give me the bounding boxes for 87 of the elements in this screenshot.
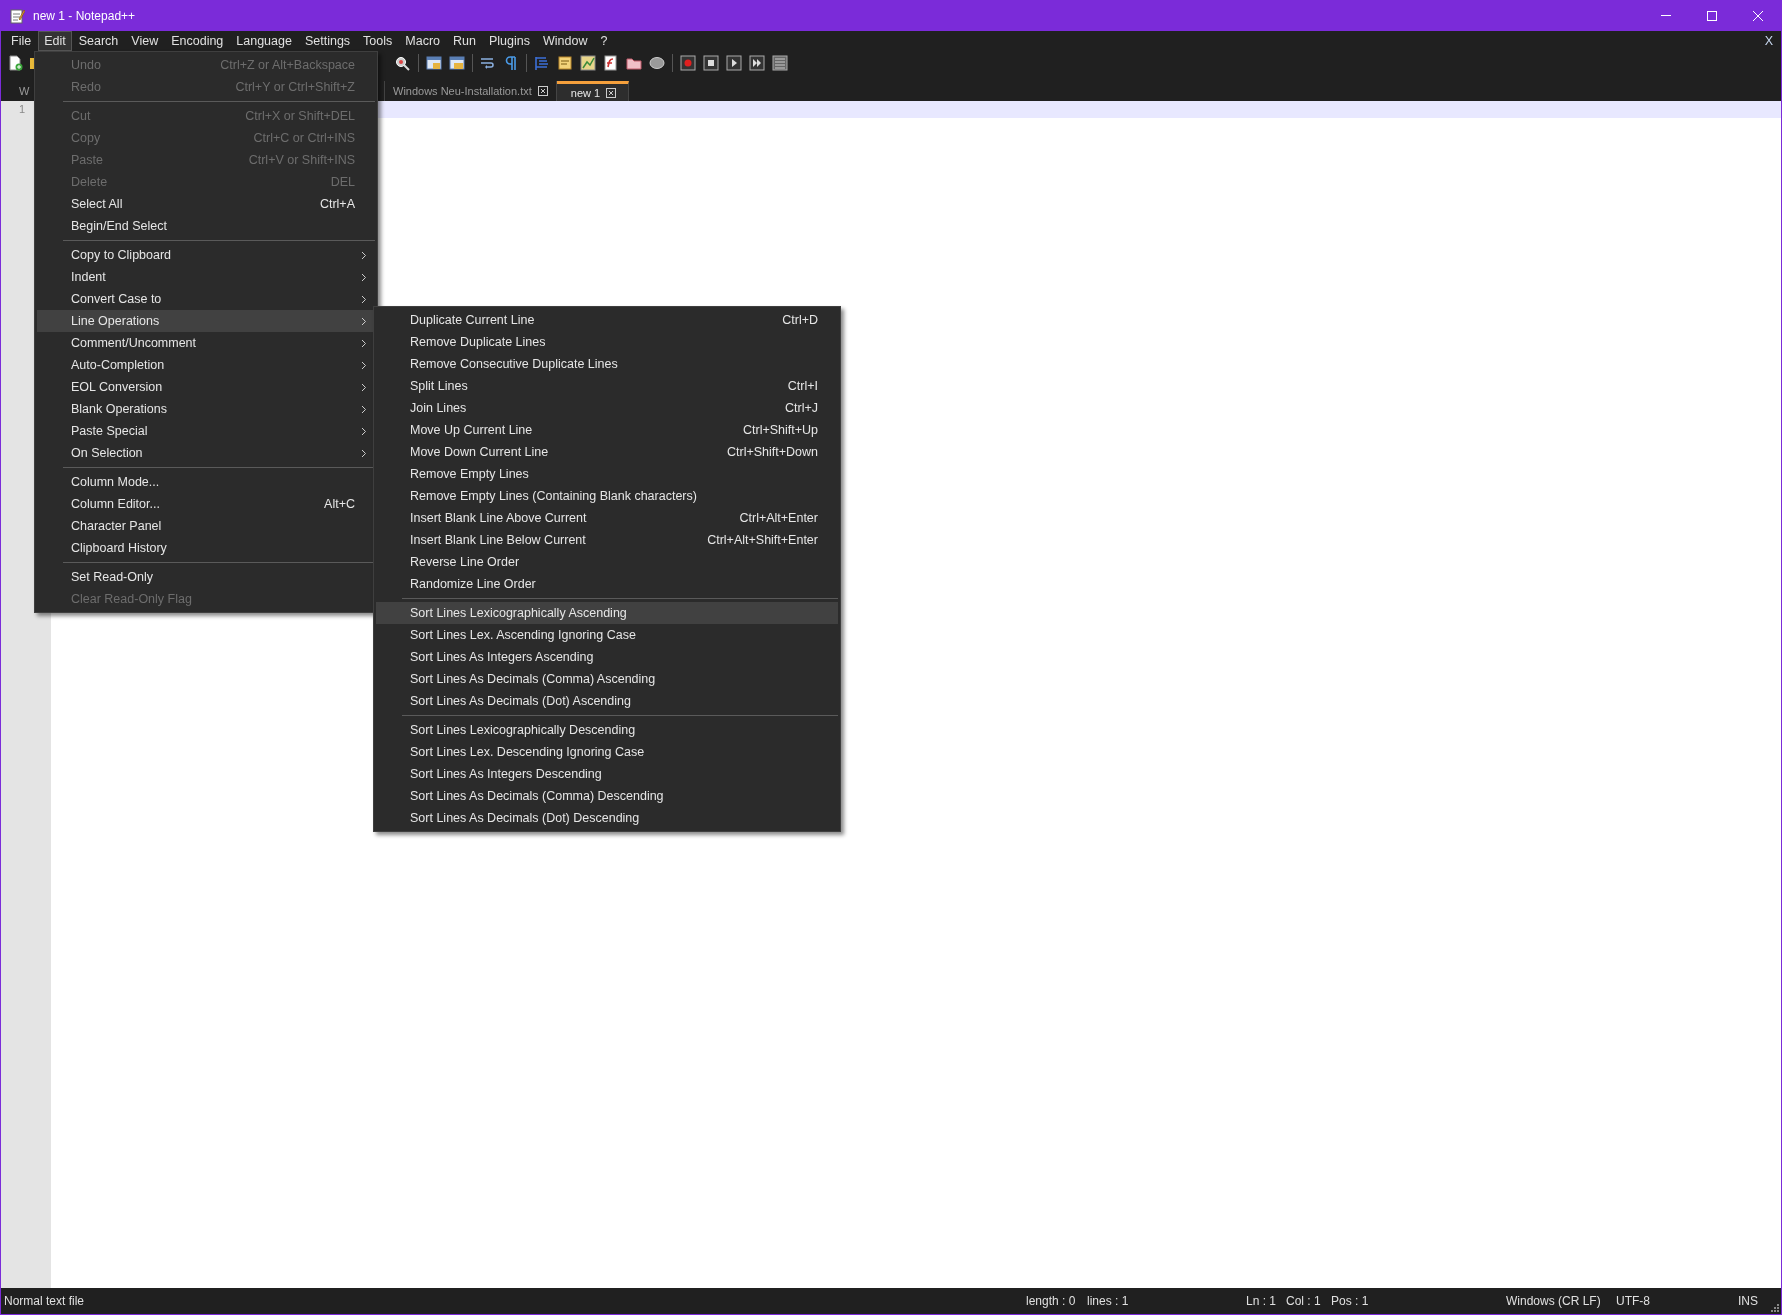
menu-item[interactable]: Encoding (165, 31, 230, 51)
menu-entry[interactable]: Reverse Line Order (376, 551, 838, 573)
menu-entry[interactable]: Set Read-Only (37, 566, 375, 588)
menu-entry[interactable]: Character Panel (37, 515, 375, 537)
menu-entry[interactable]: Column Mode... (37, 471, 375, 493)
menu-entry[interactable]: Join Lines Ctrl+J (376, 397, 838, 419)
line-number: 1 (17, 102, 26, 117)
window-icon[interactable] (426, 55, 442, 71)
menu-entry[interactable]: Convert Case to (37, 288, 375, 310)
menu-entry[interactable]: Remove Consecutive Duplicate Lines (376, 353, 838, 375)
menu-entry[interactable]: Auto-Completion (37, 354, 375, 376)
maximize-icon (1706, 9, 1718, 22)
menu-entry[interactable]: On Selection (37, 442, 375, 464)
insert-mode: INS (1738, 1294, 1758, 1308)
menu-entry[interactable]: Line Operations (37, 310, 375, 332)
paragraph-mark-icon[interactable] (503, 55, 519, 71)
menu-item[interactable]: Search (72, 31, 125, 51)
menu-entry[interactable]: Sort Lines As Decimals (Comma) Ascending (376, 668, 838, 690)
menu-entry[interactable]: Sort Lines As Decimals (Dot) Ascending (376, 690, 838, 712)
menu-item[interactable]: ? (594, 31, 614, 51)
menu-entry[interactable]: Select All Ctrl+A (37, 193, 375, 215)
close-icon (1752, 9, 1764, 22)
stop-icon[interactable] (703, 55, 719, 71)
menu-entry[interactable]: Remove Empty Lines (Containing Blank characters) (376, 485, 838, 507)
position-label: Pos : 1 (1331, 1294, 1369, 1308)
function-list-icon[interactable] (603, 55, 619, 71)
menu-entry[interactable]: Sort Lines Lex. Descending Ignoring Case (376, 741, 838, 763)
menu-item[interactable]: File (5, 31, 38, 51)
column-position: Col : 1 (1286, 1294, 1321, 1308)
menu-entry[interactable]: Sort Lines Lex. Ascending Ignoring Case (376, 624, 838, 646)
menu-item[interactable]: Macro (399, 31, 447, 51)
eol-format: Windows (CR LF) (1506, 1294, 1601, 1308)
wrap-icon[interactable] (480, 55, 496, 71)
minimize-icon (1661, 15, 1671, 16)
record-icon[interactable] (680, 55, 696, 71)
menu-entry[interactable]: Insert Blank Line Above Current Ctrl+Alt+Enter (376, 507, 838, 529)
menu-entry[interactable]: Column Editor... Alt+C (37, 493, 375, 515)
document-tab[interactable]: new 1 (556, 81, 629, 101)
menu-entry[interactable]: Remove Empty Lines (376, 463, 838, 485)
menu-entry[interactable]: Paste Special (37, 420, 375, 442)
document-icon[interactable] (557, 55, 573, 71)
resize-grip-icon[interactable] (1771, 1304, 1779, 1312)
notepad-icon (9, 7, 25, 24)
close-tab-icon[interactable] (606, 87, 617, 98)
lines-label: lines : 1 (1087, 1294, 1129, 1308)
menu-entry[interactable]: Move Up Current Line Ctrl+Shift+Up (376, 419, 838, 441)
menu-item[interactable]: Language (230, 31, 298, 51)
menu-entry[interactable]: Sort Lines As Integers Descending (376, 763, 838, 785)
zoom-icon[interactable] (395, 55, 411, 71)
menu-entry[interactable]: Sort Lines Lexicographically Ascending (376, 602, 838, 624)
close-tab-icon[interactable] (537, 86, 548, 96)
map-icon[interactable] (580, 55, 596, 71)
window-title: new 1 - Notepad++ (33, 8, 136, 23)
menu-entry[interactable]: Sort Lines As Integers Ascending (376, 646, 838, 668)
menu-entry[interactable]: Remove Duplicate Lines (376, 331, 838, 353)
menu-item[interactable]: Tools (357, 31, 399, 51)
menu-entry[interactable]: EOL Conversion (37, 376, 375, 398)
menu-item[interactable]: Plugins (482, 31, 536, 51)
menu-item[interactable]: Window (536, 31, 594, 51)
menu-entry[interactable]: Sort Lines As Decimals (Comma) Descending (376, 785, 838, 807)
menu-entry[interactable]: Sort Lines As Decimals (Dot) Descending (376, 807, 838, 829)
menu-entry[interactable]: Copy to Clipboard (37, 244, 375, 266)
length-label: length : 0 (1026, 1294, 1076, 1308)
window-icon[interactable] (449, 55, 465, 71)
menu-entry[interactable]: Blank Operations (37, 398, 375, 420)
menu-entry[interactable]: Clipboard History (37, 537, 375, 559)
menu-item[interactable]: Run (447, 31, 482, 51)
fast-forward-icon[interactable] (749, 55, 765, 71)
menu-entry[interactable]: Split Lines Ctrl+I (376, 375, 838, 397)
menu-entry[interactable]: Comment/Uncomment (37, 332, 375, 354)
menu-entry[interactable]: Move Down Current Line Ctrl+Shift+Down (376, 441, 838, 463)
play-icon[interactable] (726, 55, 742, 71)
menu-entry[interactable]: Indent (37, 266, 375, 288)
menu-entry[interactable]: Insert Blank Line Below Current Ctrl+Alt+Shift+Enter (376, 529, 838, 551)
menu-item[interactable]: Settings (298, 31, 357, 51)
menu-item[interactable]: Edit (38, 31, 72, 51)
close-document-button[interactable]: X (1764, 34, 1773, 48)
menu-entry[interactable]: Randomize Line Order (376, 573, 838, 595)
new-file-icon[interactable] (7, 55, 23, 71)
menu-entry[interactable]: Sort Lines Lexicographically Descending (376, 719, 838, 741)
menu-item[interactable]: View (125, 31, 165, 51)
menu-entry[interactable]: Duplicate Current Line Ctrl+D (376, 309, 838, 331)
menu-entry[interactable]: Begin/End Select (37, 215, 375, 237)
file-type-label: Normal text file (4, 1294, 85, 1308)
encoding-label: UTF-8 (1616, 1294, 1650, 1308)
indent-guide-icon[interactable] (534, 55, 550, 71)
line-position: Ln : 1 (1246, 1294, 1277, 1308)
